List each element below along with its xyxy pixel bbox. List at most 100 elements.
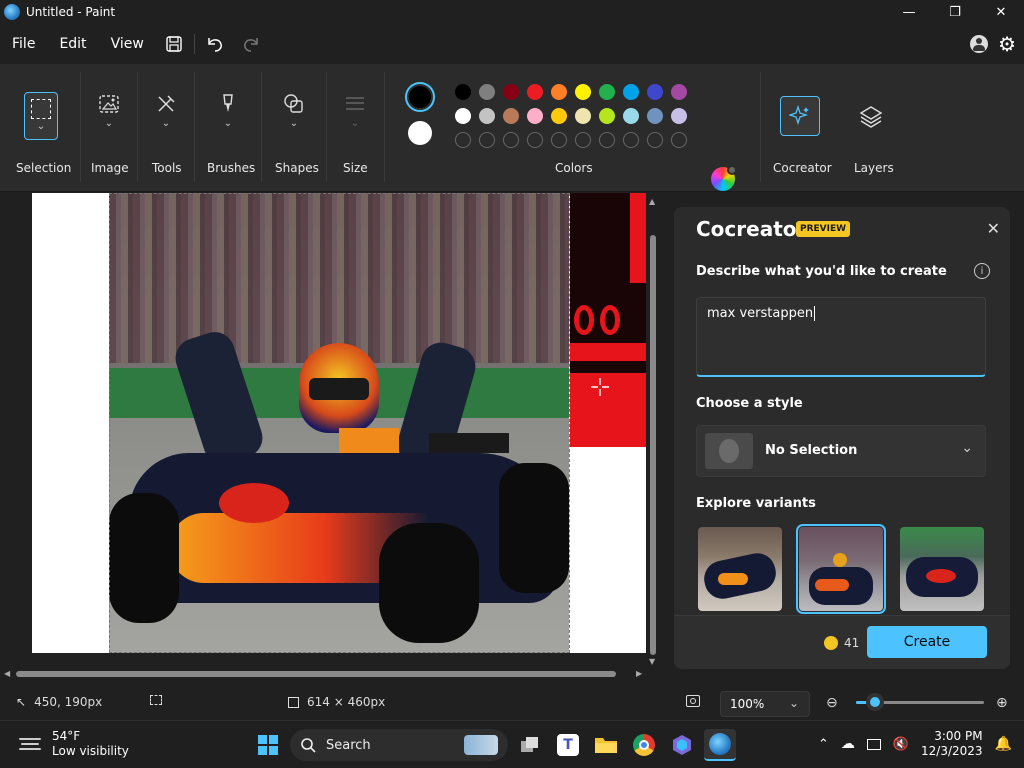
color-swatch[interactable] <box>647 84 663 100</box>
size-button[interactable]: ⌄ <box>339 92 371 140</box>
custom-color-slot[interactable] <box>479 132 495 148</box>
color-swatch[interactable] <box>455 84 471 100</box>
chevron-down-icon: ⌄ <box>350 118 360 129</box>
canvas[interactable] <box>32 193 646 653</box>
color-swatch[interactable] <box>671 84 687 100</box>
selection-button[interactable]: ⌄ <box>24 92 58 140</box>
scroll-right-icon[interactable]: ▶ <box>636 669 642 678</box>
save-icon[interactable] <box>156 28 192 60</box>
color-swatch[interactable] <box>575 84 591 100</box>
network-icon[interactable] <box>866 738 881 750</box>
style-dropdown[interactable]: No Selection ⌄ <box>696 425 986 477</box>
canvas-size-icon <box>288 696 299 708</box>
custom-color-slot[interactable] <box>575 132 591 148</box>
undo-icon[interactable] <box>197 28 233 60</box>
chevron-down-icon: ⌄ <box>788 696 799 710</box>
menu-edit[interactable]: Edit <box>47 28 98 60</box>
redo-icon[interactable] <box>233 28 269 60</box>
tools-button[interactable]: ⌄ <box>150 92 182 140</box>
create-button[interactable]: Create <box>867 626 987 658</box>
search-icon <box>301 738 316 753</box>
chevron-up-icon[interactable]: ⌃ <box>818 737 829 752</box>
custom-color-slot[interactable] <box>527 132 543 148</box>
custom-color-slot[interactable] <box>455 132 471 148</box>
image-label: Image <box>91 161 129 175</box>
cocreator-button[interactable] <box>780 96 820 136</box>
custom-color-slot[interactable] <box>503 132 519 148</box>
image-button[interactable]: ⌄ <box>93 92 125 140</box>
color-swatch[interactable] <box>575 108 591 124</box>
horizontal-scrollbar[interactable] <box>16 671 616 677</box>
color-swatch[interactable] <box>599 84 615 100</box>
volume-muted-icon[interactable]: 🔇 <box>893 737 909 752</box>
selection-marquee[interactable] <box>109 193 570 653</box>
scroll-left-icon[interactable]: ◀ <box>4 669 10 678</box>
clock[interactable]: 3:00 PM 12/3/2023 <box>921 729 983 759</box>
zoom-out-icon[interactable]: ⊖ <box>826 695 838 711</box>
custom-color-slot[interactable] <box>647 132 663 148</box>
zoom-dropdown[interactable]: 100% ⌄ <box>720 691 810 717</box>
primary-color-swatch[interactable] <box>405 82 435 112</box>
variant-thumbnail[interactable] <box>698 527 782 611</box>
color-swatch[interactable] <box>527 108 543 124</box>
variant-thumbnail[interactable] <box>900 527 984 611</box>
windows-start-icon[interactable] <box>252 729 284 761</box>
fit-to-window-icon[interactable] <box>686 695 700 707</box>
shapes-group: ⌄ Shapes <box>262 64 326 192</box>
color-swatch[interactable] <box>503 84 519 100</box>
prompt-input[interactable]: max verstappen <box>696 297 986 377</box>
close-window-button[interactable]: ✕ <box>978 0 1024 24</box>
file-explorer-icon[interactable] <box>590 729 622 761</box>
secondary-color-swatch[interactable] <box>408 121 432 145</box>
close-panel-icon[interactable]: ✕ <box>987 219 1000 238</box>
color-swatch[interactable] <box>503 108 519 124</box>
zoom-in-icon[interactable]: ⊕ <box>996 695 1008 711</box>
colors-group: Colors <box>385 64 759 192</box>
shapes-button[interactable]: ⌄ <box>278 92 310 140</box>
custom-color-slot[interactable] <box>551 132 567 148</box>
color-swatch[interactable] <box>551 84 567 100</box>
color-swatch[interactable] <box>671 108 687 124</box>
onedrive-icon[interactable]: ☁ <box>841 736 855 752</box>
paint-taskbar-icon[interactable] <box>704 729 736 761</box>
weather-widget[interactable]: 54°F Low visibility <box>18 729 129 759</box>
custom-color-slot[interactable] <box>671 132 687 148</box>
menu-view[interactable]: View <box>99 28 156 60</box>
color-swatch[interactable] <box>623 108 639 124</box>
app-icon[interactable] <box>666 729 698 761</box>
task-view-icon[interactable] <box>514 729 546 761</box>
brushes-button[interactable]: ⌄ <box>212 92 244 140</box>
chrome-icon[interactable] <box>628 729 660 761</box>
vertical-scrollbar[interactable] <box>650 235 656 655</box>
color-swatch[interactable] <box>551 108 567 124</box>
zoom-slider-thumb[interactable] <box>866 693 884 711</box>
scroll-down-icon[interactable]: ▼ <box>649 657 655 666</box>
maximize-button[interactable]: ❐ <box>932 0 978 24</box>
custom-color-slot[interactable] <box>599 132 615 148</box>
canvas-size: 614 × 460px <box>288 695 385 709</box>
scroll-up-icon[interactable]: ▲ <box>649 197 655 206</box>
variants-list <box>696 524 996 615</box>
color-swatch[interactable] <box>647 108 663 124</box>
teams-icon[interactable]: T <box>552 729 584 761</box>
account-icon[interactable] <box>970 35 989 53</box>
variant-thumbnail-selected[interactable] <box>796 524 886 614</box>
minimize-button[interactable]: — <box>886 0 932 24</box>
canvas-workspace[interactable]: ▲ ▼ ◀ ▶ <box>0 193 664 683</box>
menu-file[interactable]: File <box>0 28 47 60</box>
layers-icon <box>859 106 883 128</box>
color-swatch[interactable] <box>479 84 495 100</box>
settings-gear-icon[interactable]: ⚙ <box>998 28 1016 60</box>
brush-icon <box>223 94 233 112</box>
custom-color-slot[interactable] <box>623 132 639 148</box>
color-swatch[interactable] <box>599 108 615 124</box>
notifications-bell-icon[interactable]: 🔔 <box>995 736 1012 752</box>
layers-button[interactable] <box>858 104 884 130</box>
taskbar-search[interactable]: Search <box>290 729 508 761</box>
info-icon[interactable]: i <box>974 263 990 279</box>
color-swatch[interactable] <box>623 84 639 100</box>
color-swatch[interactable] <box>527 84 543 100</box>
variants-label: Explore variants <box>696 496 816 511</box>
color-swatch[interactable] <box>455 108 471 124</box>
color-swatch[interactable] <box>479 108 495 124</box>
